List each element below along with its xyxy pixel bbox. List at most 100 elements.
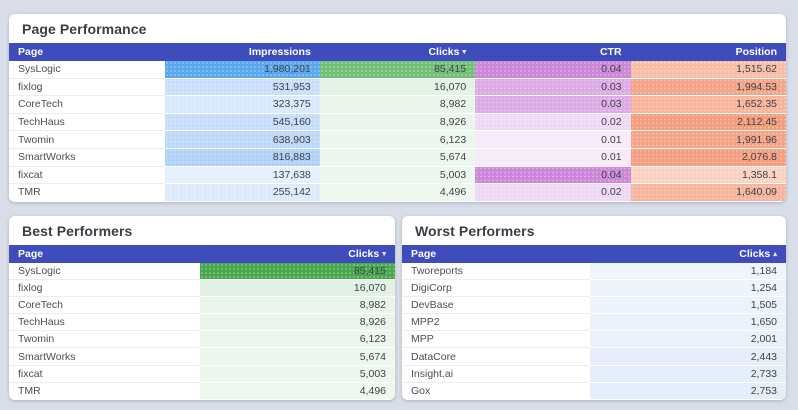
sort-descending-icon: ▾ (462, 47, 467, 56)
best-performers-panel: Best Performers Page Clicks ▾ SysLogic 85… (9, 216, 395, 400)
table-row: fixlog 531,953 16,070 0.03 1,994.53 (9, 78, 786, 97)
impressions-cell: 545,160 (165, 113, 320, 132)
ctr-cell: 0.03 (475, 78, 631, 97)
page-cell: CoreTech (9, 95, 166, 114)
page-cell: TechHaus (9, 313, 201, 332)
table-row: SmartWorks 816,883 5,674 0.01 2,076.8 (9, 148, 786, 167)
clicks-cell: 16,070 (319, 78, 476, 97)
position-cell: 2,112.45 (630, 113, 786, 132)
column-header-clicks[interactable]: Clicks ▾ (319, 43, 476, 61)
impressions-cell: 531,953 (165, 78, 320, 97)
table-row: Twomin 638,903 6,123 0.01 1,991.96 (9, 130, 786, 149)
table-row: TechHaus 8,926 (9, 313, 395, 332)
table-row: MPP 2,001 (402, 330, 786, 349)
page-cell: Twomin (9, 330, 201, 349)
page-cell: TechHaus (9, 113, 166, 132)
table-row: Gox 2,753 (402, 382, 786, 399)
table-row: SysLogic 85,415 (9, 263, 395, 281)
clicks-cell: 8,982 (200, 296, 395, 315)
sort-ascending-icon: ▴ (773, 249, 777, 258)
table-row: Tworeports 1,184 (402, 263, 786, 281)
impressions-cell: 323,375 (165, 95, 320, 114)
clicks-cell: 5,003 (200, 365, 395, 383)
position-cell: 1,515.62 (630, 61, 786, 79)
page-cell: Gox (402, 382, 591, 399)
column-header-page[interactable]: Page (9, 43, 166, 61)
ctr-cell: 0.03 (475, 95, 631, 114)
position-cell: 1,358.1 (630, 166, 786, 185)
clicks-cell: 6,123 (200, 330, 395, 349)
clicks-cell: 5,674 (200, 347, 395, 366)
table-row: fixcat 137,638 5,003 0.04 1,358.1 (9, 166, 786, 185)
impressions-cell: 137,638 (165, 166, 320, 185)
page-cell: TMR (9, 183, 166, 201)
clicks-cell: 5,674 (319, 148, 476, 167)
page-cell: Tworeports (402, 263, 591, 281)
clicks-cell: 1,254 (590, 279, 786, 298)
table-row: DevBase 1,505 (402, 296, 786, 315)
panel-title: Worst Performers (415, 223, 535, 239)
column-header-clicks-label: Clicks (348, 248, 380, 260)
ctr-cell: 0.02 (475, 113, 631, 132)
column-header-clicks-label: Clicks (739, 248, 771, 260)
worst-performers-panel: Worst Performers Page Clicks ▴ Tworeports… (402, 216, 786, 400)
page-cell: TMR (9, 382, 201, 399)
clicks-cell: 5,003 (319, 166, 476, 185)
page-performance-panel: Page Performance Page Impressions Clicks… (9, 14, 786, 202)
header-row: Page Clicks ▾ (9, 245, 395, 263)
page-cell: Insight.ai (402, 365, 591, 383)
column-header-impressions[interactable]: Impressions (165, 43, 320, 61)
ctr-cell: 0.01 (475, 130, 631, 149)
column-header-clicks-label: Clicks (428, 46, 460, 58)
clicks-cell: 85,415 (200, 263, 395, 281)
position-cell: 1,652.35 (630, 95, 786, 114)
column-header-ctr[interactable]: CTR (475, 43, 631, 61)
page-cell: SysLogic (9, 263, 201, 281)
table-row: TechHaus 545,160 8,926 0.02 2,112.45 (9, 113, 786, 132)
column-header-clicks[interactable]: Clicks ▾ (200, 245, 395, 263)
clicks-cell: 85,415 (319, 61, 476, 79)
clicks-cell: 2,443 (590, 347, 786, 366)
clicks-cell: 2,733 (590, 365, 786, 383)
clicks-cell: 8,926 (200, 313, 395, 332)
impressions-cell: 1,980,201 (165, 61, 320, 79)
table-row: MPP2 1,650 (402, 313, 786, 332)
table-row: CoreTech 8,982 (9, 296, 395, 315)
position-cell: 1,994.53 (630, 78, 786, 97)
page-cell: DataCore (402, 347, 591, 366)
clicks-cell: 4,496 (319, 183, 476, 201)
column-header-page[interactable]: Page (9, 245, 201, 263)
page-cell: DevBase (402, 296, 591, 315)
clicks-cell: 8,926 (319, 113, 476, 132)
page-cell: Twomin (9, 130, 166, 149)
column-header-page[interactable]: Page (402, 245, 591, 263)
ctr-cell: 0.01 (475, 148, 631, 167)
page-cell: CoreTech (9, 296, 201, 315)
panel-title: Page Performance (22, 21, 147, 37)
page-cell: SmartWorks (9, 347, 201, 366)
table-row: SysLogic 1,980,201 85,415 0.04 1,515.62 (9, 61, 786, 79)
page-cell: fixlog (9, 78, 166, 97)
page-cell: MPP2 (402, 313, 591, 332)
table-row: CoreTech 323,375 8,982 0.03 1,652.35 (9, 95, 786, 114)
page-cell: SysLogic (9, 61, 166, 79)
page-cell: fixlog (9, 279, 201, 298)
impressions-cell: 255,142 (165, 183, 320, 201)
clicks-cell: 2,753 (590, 382, 786, 399)
table-row: Insight.ai 2,733 (402, 365, 786, 383)
panel-title: Best Performers (22, 223, 133, 239)
header-row: Page Impressions Clicks ▾ CTR Position (9, 43, 786, 61)
clicks-cell: 4,496 (200, 382, 395, 399)
impressions-cell: 816,883 (165, 148, 320, 167)
page-cell: fixcat (9, 166, 166, 185)
column-header-position[interactable]: Position (630, 43, 786, 61)
table-row: TMR 4,496 (9, 382, 395, 399)
header-row: Page Clicks ▴ (402, 245, 786, 263)
impressions-cell: 638,903 (165, 130, 320, 149)
clicks-cell: 2,001 (590, 330, 786, 349)
column-header-clicks[interactable]: Clicks ▴ (590, 245, 786, 263)
table-row: SmartWorks 5,674 (9, 347, 395, 366)
table-row: fixlog 16,070 (9, 279, 395, 298)
clicks-cell: 8,982 (319, 95, 476, 114)
page-cell: fixcat (9, 365, 201, 383)
